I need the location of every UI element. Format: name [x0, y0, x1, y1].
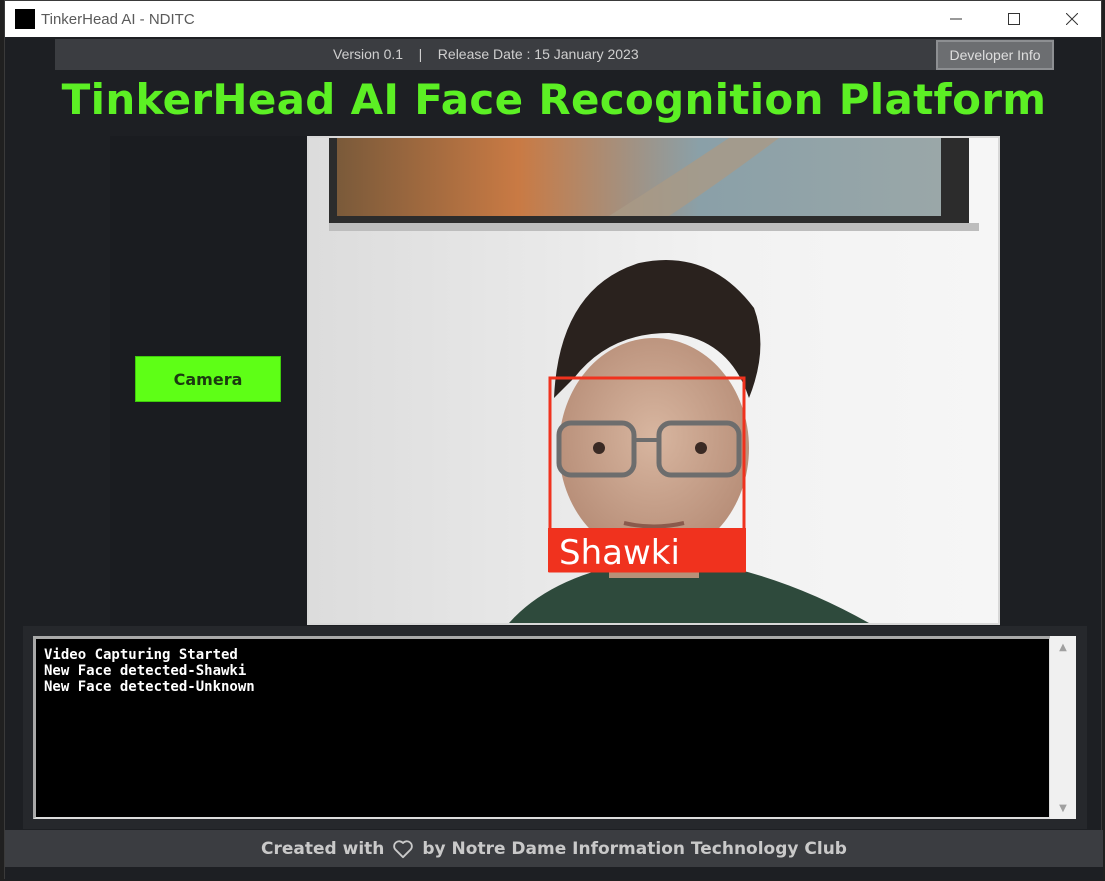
maximize-button[interactable] [985, 1, 1043, 37]
app-window: TinkerHead AI - NDITC Version 0.1 | Rele… [4, 0, 1103, 880]
maximize-icon [1008, 13, 1020, 25]
footer-bottom-strip [5, 867, 1103, 880]
title-bar[interactable]: TinkerHead AI - NDITC [5, 1, 1101, 37]
log-line: New Face detected-Shawki [44, 663, 247, 679]
app-icon [15, 9, 35, 29]
window-controls [927, 1, 1101, 37]
scroll-down-icon[interactable]: ▼ [1050, 799, 1076, 817]
log-output[interactable]: Video Capturing Started New Face detecte… [33, 636, 1051, 819]
close-button[interactable] [1043, 1, 1101, 37]
window-title: TinkerHead AI - NDITC [41, 10, 195, 28]
minimize-button[interactable] [927, 1, 985, 37]
video-feed: Shawki [307, 136, 1000, 625]
face-label: Shawki [559, 533, 680, 573]
log-line: Video Capturing Started [44, 647, 238, 663]
info-bar: Version 0.1 | Release Date : 15 January … [55, 39, 1054, 70]
version-release-info: Version 0.1 | Release Date : 15 January … [333, 46, 639, 62]
camera-frame-image: Shawki [309, 138, 998, 623]
footer-suffix: by Notre Dame Information Technology Clu… [422, 838, 847, 859]
minimize-icon [950, 18, 962, 20]
log-scrollbar[interactable]: ▲ ▼ [1050, 636, 1076, 819]
camera-button[interactable]: Camera [135, 356, 281, 402]
footer-prefix: Created with [261, 838, 385, 859]
heart-outline-icon [392, 839, 414, 859]
log-line: New Face detected-Unknown [44, 679, 255, 695]
scroll-up-icon[interactable]: ▲ [1050, 638, 1076, 656]
footer: Created with by Notre Dame Information T… [5, 830, 1103, 867]
developer-info-button[interactable]: Developer Info [936, 40, 1054, 70]
close-icon [1066, 13, 1078, 25]
page-title: TinkerHead AI Face Recognition Platform [61, 75, 1047, 124]
